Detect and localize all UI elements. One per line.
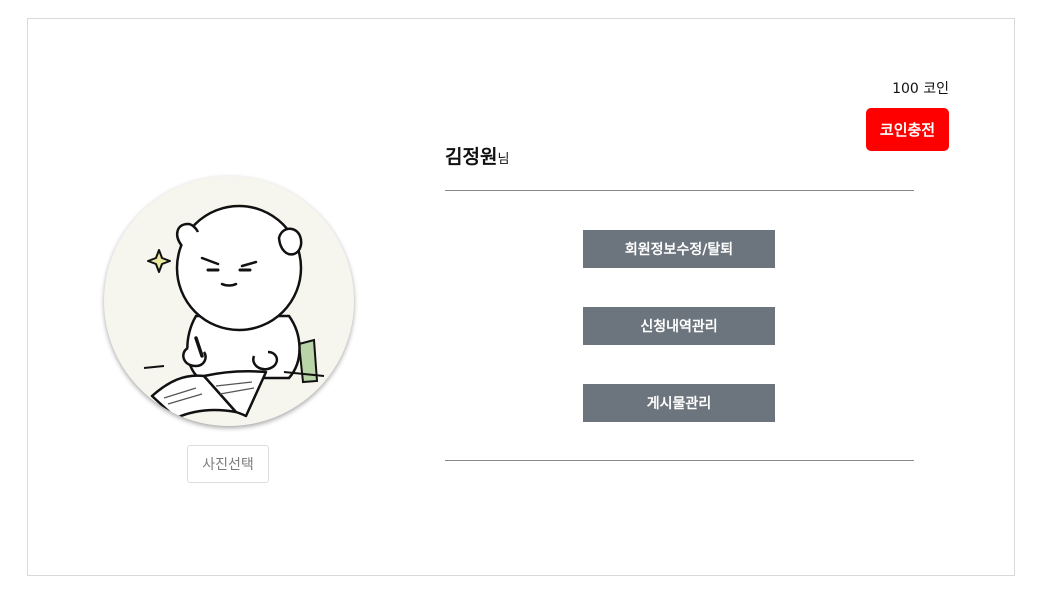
profile-avatar (104, 176, 354, 426)
coin-charge-button[interactable]: 코인충전 (866, 108, 949, 151)
bottom-divider (445, 460, 914, 461)
user-greeting: 김정원님 (445, 142, 509, 169)
post-management-button[interactable]: 게시물관리 (583, 384, 775, 422)
user-name-suffix: 님 (497, 152, 510, 167)
cartoon-character-writing-icon (143, 204, 325, 420)
edit-member-info-button[interactable]: 회원정보수정/탈퇴 (583, 230, 775, 268)
user-name: 김정원 (445, 146, 498, 168)
application-history-button[interactable]: 신청내역관리 (583, 307, 775, 345)
top-divider (445, 190, 914, 191)
photo-select-button[interactable]: 사진선택 (187, 445, 269, 483)
coin-balance: 100 코인 (892, 81, 949, 97)
